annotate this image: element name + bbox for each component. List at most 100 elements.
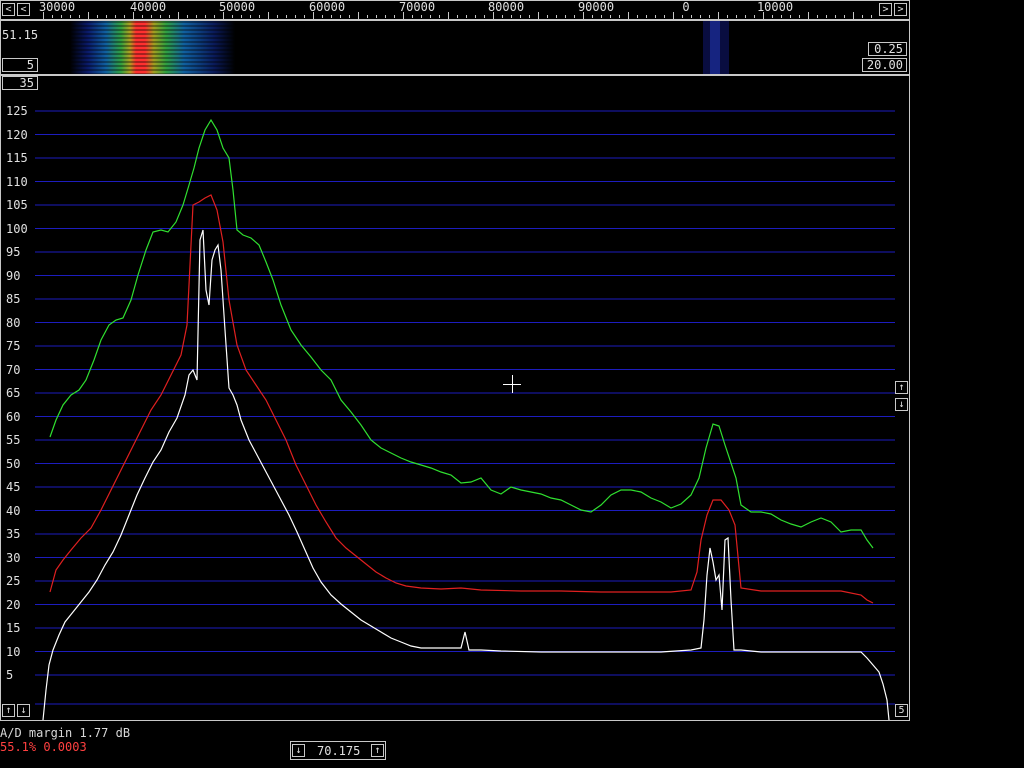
spectrum-trace-current — [42, 229, 890, 720]
frequency-tick — [601, 15, 602, 18]
frequency-tick — [376, 15, 377, 18]
frequency-tick — [142, 15, 143, 18]
frequency-tick — [52, 15, 53, 18]
frequency-tick — [394, 15, 395, 18]
frequency-tick — [457, 15, 458, 18]
frequency-tick — [322, 15, 323, 18]
frequency-tick — [151, 15, 152, 18]
frequency-tick — [466, 15, 467, 18]
bottom-up-button[interactable]: ↑ — [2, 704, 15, 717]
bottom-down-button[interactable]: ↓ — [17, 704, 30, 717]
frequency-tick — [502, 15, 503, 18]
frequency-tick — [664, 15, 665, 18]
frequency-tick — [556, 15, 557, 18]
frequency-tick — [475, 15, 476, 18]
scroll-right-button-2[interactable]: > — [894, 3, 907, 16]
y-axis-label: 30 — [6, 550, 21, 565]
frequency-tick — [295, 15, 296, 18]
frequency-up-button[interactable]: ↑ — [371, 744, 384, 757]
y-axis-label: 90 — [6, 268, 21, 283]
y-axis-label: 75 — [6, 339, 21, 353]
frequency-tick — [862, 15, 863, 18]
frequency-tick — [439, 15, 440, 18]
waterfall-level-value: 51.15 — [2, 28, 39, 42]
frequency-tick — [43, 12, 44, 19]
frequency-tick — [349, 15, 350, 18]
frequency-tick — [421, 15, 422, 18]
y-axis-label: 35 — [6, 527, 21, 541]
frequency-tick — [709, 15, 710, 18]
spectrum-plot[interactable] — [1, 76, 909, 720]
spectrum-trace-peak — [49, 118, 874, 549]
frequency-tick — [286, 15, 287, 18]
frequency-tick — [79, 15, 80, 18]
frequency-tick — [781, 15, 782, 18]
waterfall-left-box[interactable]: 5 — [2, 58, 38, 72]
frequency-tick — [313, 12, 314, 19]
frequency-tick — [133, 12, 134, 19]
frequency-tick — [817, 15, 818, 18]
frequency-tick — [529, 15, 530, 18]
y-axis-label: 115 — [6, 151, 28, 165]
frequency-down-button[interactable]: ↓ — [292, 744, 305, 757]
frequency-tick — [565, 15, 566, 18]
frequency-tick — [97, 15, 98, 18]
cpu-load-status: 55.1% 0.0003 — [0, 740, 87, 754]
frequency-tick — [358, 12, 359, 19]
y-axis-label: 100 — [6, 221, 28, 236]
waterfall-range-box[interactable]: 20.00 — [862, 58, 907, 72]
frequency-tick — [736, 15, 737, 18]
y-axis-label: 5 — [6, 668, 14, 682]
scroll-left-button-1[interactable]: < — [2, 3, 15, 16]
frequency-tick — [673, 12, 674, 19]
frequency-tick — [340, 15, 341, 18]
frequency-tick — [763, 12, 764, 19]
frequency-tick — [583, 12, 584, 19]
frequency-tick — [268, 12, 269, 19]
frequency-tick — [592, 15, 593, 18]
y-axis-label: 55 — [6, 433, 21, 447]
y-axis-label: 45 — [6, 480, 21, 494]
frequency-tick — [232, 15, 233, 18]
scroll-right-button-1[interactable]: > — [879, 3, 892, 16]
frequency-value: 70.175 — [317, 744, 361, 758]
frequency-tick — [187, 15, 188, 18]
y-axis-label: 65 — [6, 386, 21, 400]
crosshair-cursor-vertical — [512, 375, 513, 393]
y-axis-label: 85 — [6, 292, 21, 306]
frequency-tick — [790, 15, 791, 18]
spectrum-trace-average — [49, 194, 874, 604]
y-axis-label: 10 — [6, 644, 21, 659]
scale-up-button[interactable]: ↑ — [895, 381, 908, 394]
y-axis-label: 105 — [6, 198, 28, 212]
frequency-tick — [178, 12, 179, 19]
frequency-tick — [754, 15, 755, 18]
frequency-tick — [115, 15, 116, 18]
y-axis-label: 15 — [6, 621, 21, 635]
frequency-tick — [223, 12, 224, 19]
frequency-tick — [619, 15, 620, 18]
frequency-tick — [646, 15, 647, 18]
waterfall-display[interactable] — [70, 21, 900, 74]
waterfall-gain-box[interactable]: 0.25 — [868, 42, 907, 56]
frequency-tick — [124, 15, 125, 18]
y-axis-label: 70 — [6, 362, 21, 377]
y-axis-label: 40 — [6, 503, 21, 518]
frequency-tick — [628, 12, 629, 19]
y-axis-label: 60 — [6, 409, 21, 424]
frequency-tick — [331, 15, 332, 18]
frequency-tick — [808, 12, 809, 19]
y-axis-label: 25 — [6, 574, 21, 588]
frequency-tick — [385, 15, 386, 18]
scale-down-button[interactable]: ↓ — [895, 398, 908, 411]
frequency-tick — [277, 15, 278, 18]
y-axis-label: 125 — [6, 104, 28, 118]
frequency-tick — [727, 15, 728, 18]
frequency-tick — [538, 12, 539, 19]
scroll-left-button-2[interactable]: < — [17, 3, 30, 16]
frequency-tick — [61, 15, 62, 18]
frequency-tick — [655, 15, 656, 18]
bottom-right-box[interactable]: 5 — [895, 704, 908, 717]
frequency-tick — [70, 15, 71, 18]
frequency-scale-label: 50000 — [218, 0, 256, 14]
